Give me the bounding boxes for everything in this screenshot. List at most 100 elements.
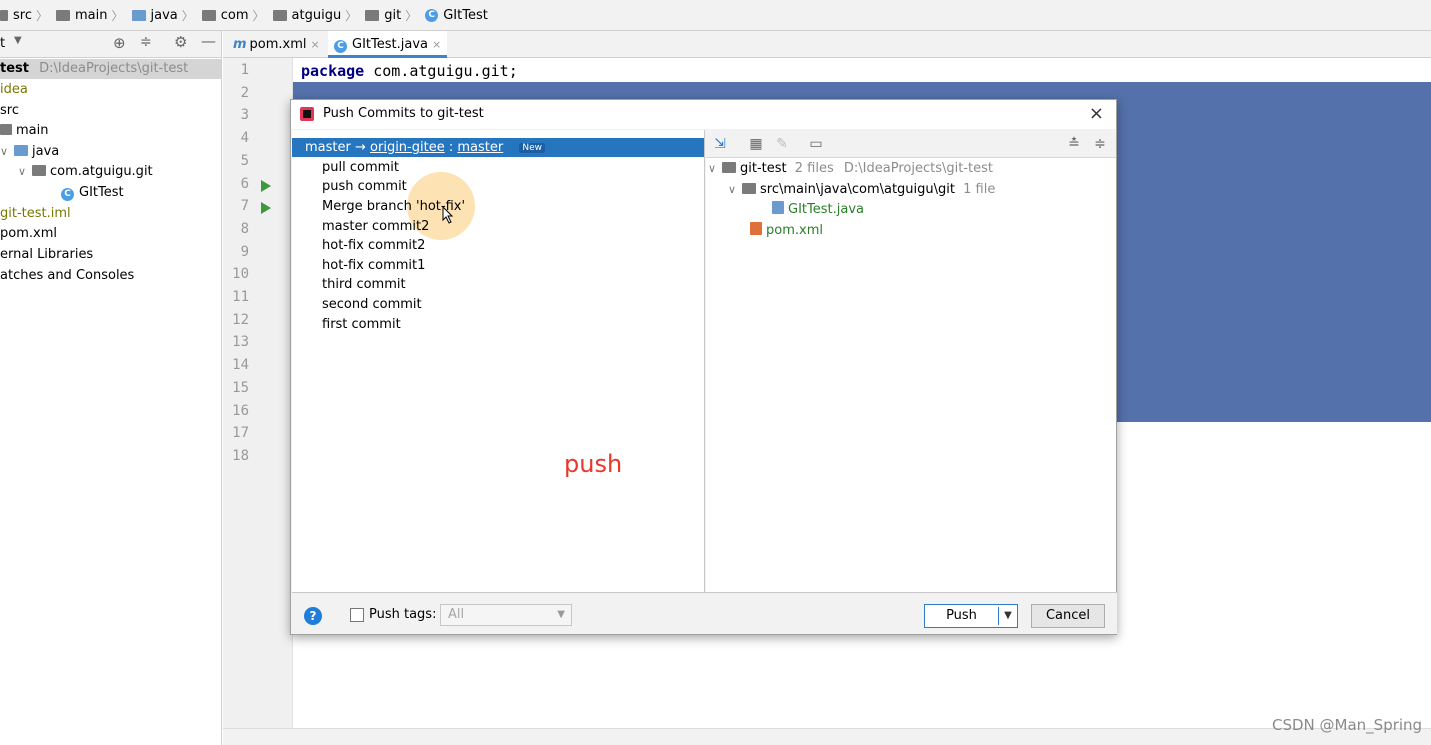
line-number: 16 (232, 402, 249, 419)
collapse-all-icon[interactable]: ≑ (140, 34, 152, 50)
branch-row[interactable]: master → origin-gitee : master New (292, 138, 704, 157)
line-number: 1 (240, 62, 249, 78)
minimize-icon[interactable]: — (201, 32, 216, 50)
chevron-down-icon: ▼ (557, 609, 565, 620)
remote-branch-link[interactable]: master (457, 140, 503, 155)
file-pom-xml[interactable]: pom.xml (750, 221, 823, 241)
maven-icon: m (233, 37, 247, 52)
run-icon[interactable] (261, 202, 271, 215)
class-icon: C (425, 8, 439, 22)
dialog-footer: ? Push tags: All ▼ Push ▼ Cancel (292, 592, 1117, 634)
commit-item[interactable]: pull commit (322, 158, 399, 177)
folder-icon (0, 124, 12, 135)
breadcrumb-item-main[interactable]: main 〉 (56, 7, 126, 24)
push-commits-dialog: Push Commits to git-test × master → orig… (290, 99, 1117, 635)
commit-item[interactable]: second commit (322, 295, 422, 314)
chevron-down-icon[interactable]: ▼ (14, 35, 22, 46)
changed-files-tree: ∨ git-test 2 files D:\IdeaProjects\git-te… (706, 158, 1116, 592)
xml-file-icon (750, 222, 762, 235)
tree-item-main[interactable]: main (0, 121, 48, 141)
chevron-down-icon[interactable]: ∨ (728, 180, 742, 200)
tree-item-pom[interactable]: pom.xml (0, 224, 57, 244)
chevron-down-icon[interactable]: ∨ (708, 159, 722, 179)
edit-source-icon[interactable]: ✎ (774, 136, 790, 152)
tree-item-class[interactable]: C GItTest (61, 183, 124, 203)
push-annotation: push (564, 450, 623, 478)
package-icon (201, 9, 216, 21)
line-number: 18 (232, 447, 249, 464)
class-icon: C (334, 40, 347, 53)
expand-commits-icon[interactable]: ⇲ (712, 136, 728, 152)
breadcrumb-item-class[interactable]: C GItTest (425, 8, 488, 23)
tab-pom-xml[interactable]: m pom.xml × (227, 31, 326, 58)
code-line-1: package com.atguigu.git; (301, 62, 518, 80)
help-icon[interactable]: ? (304, 607, 322, 625)
files-root[interactable]: ∨ git-test 2 files D:\IdeaProjects\git-te… (708, 159, 993, 179)
files-toolbar: ⇲ ▦ ✎ ▭ ≛ ≑ (706, 130, 1116, 158)
collapse-all-icon[interactable]: ≑ (1092, 136, 1108, 152)
line-number: 17 (232, 425, 249, 442)
mouse-cursor-icon (442, 206, 454, 224)
project-panel-header: t ▼ ⊕ ≑ ⚙ — (0, 31, 222, 58)
locate-icon[interactable]: ⊕ (113, 34, 126, 52)
source-folder-icon (131, 9, 146, 21)
breadcrumb-item-src[interactable]: src 〉 (0, 7, 50, 24)
commit-item[interactable]: master commit2 (322, 217, 429, 236)
file-gittest-java[interactable]: GItTest.java (772, 200, 864, 220)
close-icon[interactable]: × (311, 38, 320, 51)
tree-item-scratches[interactable]: atches and Consoles (0, 266, 134, 286)
package-icon (365, 9, 380, 21)
push-button[interactable]: Push ▼ (924, 604, 1018, 628)
line-number: 4 (240, 130, 249, 147)
files-folder[interactable]: ∨ src\main\java\com\atguigu\git 1 file (728, 180, 995, 200)
tree-item-iml[interactable]: git-test.iml (0, 204, 71, 224)
class-icon: C (61, 188, 74, 201)
line-number: 13 (232, 334, 249, 351)
line-number: 12 (232, 311, 249, 328)
expand-all-icon[interactable]: ≛ (1066, 136, 1082, 152)
group-by-icon[interactable]: ▦ (748, 136, 764, 152)
chevron-down-icon[interactable]: ∨ (18, 162, 32, 182)
chevron-down-icon[interactable]: ∨ (0, 142, 14, 162)
line-number: 8 (240, 220, 249, 237)
commit-item[interactable]: push commit (322, 177, 407, 196)
project-view-selector[interactable]: t (0, 36, 5, 51)
line-number: 10 (232, 266, 249, 283)
breadcrumb-item-atguigu[interactable]: atguigu 〉 (272, 7, 360, 24)
line-number: 11 (232, 289, 249, 305)
line-number: 14 (232, 357, 249, 374)
line-number: 7 (240, 198, 249, 215)
tab-gittest-java[interactable]: C GItTest.java × (328, 31, 448, 58)
push-tags-select[interactable]: All ▼ (440, 604, 572, 626)
line-number: 5 (240, 152, 249, 169)
close-icon[interactable]: × (1089, 103, 1104, 124)
dialog-title-bar[interactable]: Push Commits to git-test × (291, 100, 1116, 129)
package-icon (32, 165, 46, 176)
push-tags-checkbox[interactable] (350, 608, 364, 622)
preview-diff-icon[interactable]: ▭ (808, 136, 824, 152)
commit-item[interactable]: first commit (322, 315, 401, 334)
remote-link[interactable]: origin-gitee (370, 140, 445, 155)
tree-item-src[interactable]: src (0, 101, 19, 121)
push-options-chevron-icon[interactable]: ▼ (999, 605, 1017, 627)
commit-item[interactable]: third commit (322, 275, 406, 294)
push-tags-label: Push tags: (369, 607, 437, 622)
gear-icon[interactable]: ⚙ (174, 33, 187, 51)
tree-item-external-libraries[interactable]: ernal Libraries (0, 245, 93, 265)
line-number: 15 (232, 379, 249, 396)
breadcrumb-item-java[interactable]: java 〉 (131, 7, 196, 24)
commit-item[interactable]: hot-fix commit1 (322, 256, 425, 275)
close-icon[interactable]: × (432, 38, 441, 51)
commit-item[interactable]: hot-fix commit2 (322, 236, 425, 255)
tree-item-project-root[interactable]: test D:\IdeaProjects\git-test (0, 59, 221, 79)
cancel-button[interactable]: Cancel (1031, 604, 1105, 628)
tree-item-java[interactable]: ∨ java (0, 142, 59, 162)
watermark: CSDN @Man_Spring (1272, 716, 1423, 734)
tree-item-package[interactable]: ∨ com.atguigu.git (18, 162, 153, 182)
line-number: 9 (240, 243, 249, 260)
breadcrumb-item-com[interactable]: com 〉 (201, 7, 267, 24)
tree-item-idea[interactable]: idea (0, 80, 28, 100)
breadcrumb: src 〉 main 〉 java 〉 com 〉 atguigu 〉 git 〉 C GIt… (0, 0, 1431, 31)
breadcrumb-item-git[interactable]: git 〉 (365, 7, 419, 24)
run-icon[interactable] (261, 179, 271, 192)
